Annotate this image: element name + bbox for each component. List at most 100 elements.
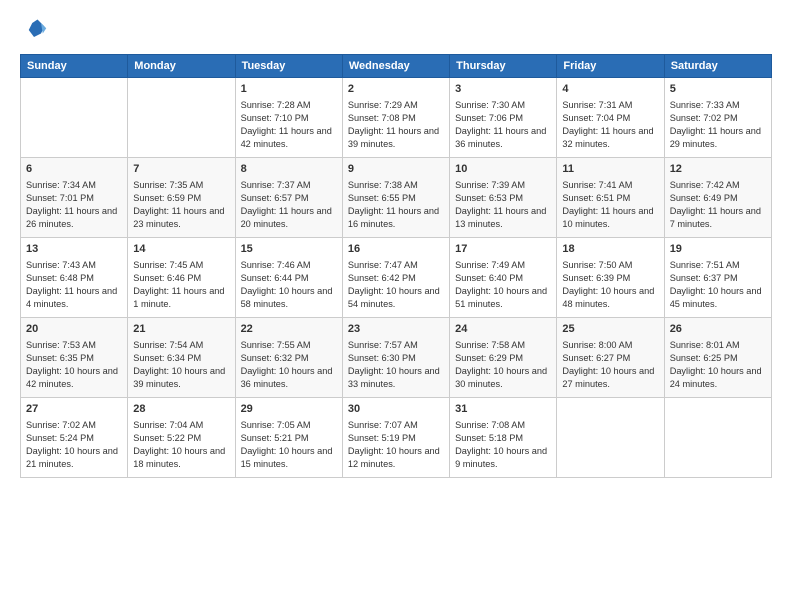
day-detail: Sunset: 7:02 PM xyxy=(670,112,766,125)
day-number: 20 xyxy=(26,322,122,337)
weekday-header-friday: Friday xyxy=(557,55,664,78)
calendar-cell xyxy=(21,78,128,158)
day-number: 13 xyxy=(26,242,122,257)
day-detail: Sunset: 6:37 PM xyxy=(670,272,766,285)
day-detail: Sunrise: 7:31 AM xyxy=(562,99,658,112)
day-detail: Daylight: 10 hours and 21 minutes. xyxy=(26,445,122,471)
day-detail: Sunrise: 7:30 AM xyxy=(455,99,551,112)
day-detail: Sunset: 6:57 PM xyxy=(241,192,337,205)
day-detail: Sunset: 6:27 PM xyxy=(562,352,658,365)
day-detail: Daylight: 10 hours and 45 minutes. xyxy=(670,285,766,311)
day-detail: Sunset: 6:39 PM xyxy=(562,272,658,285)
day-detail: Sunrise: 7:47 AM xyxy=(348,259,444,272)
logo-icon xyxy=(20,16,48,44)
calendar-cell: 26Sunrise: 8:01 AMSunset: 6:25 PMDayligh… xyxy=(664,318,771,398)
day-detail: Sunrise: 7:58 AM xyxy=(455,339,551,352)
calendar-cell: 22Sunrise: 7:55 AMSunset: 6:32 PMDayligh… xyxy=(235,318,342,398)
calendar-cell: 10Sunrise: 7:39 AMSunset: 6:53 PMDayligh… xyxy=(450,158,557,238)
day-number: 5 xyxy=(670,82,766,97)
calendar-cell: 27Sunrise: 7:02 AMSunset: 5:24 PMDayligh… xyxy=(21,398,128,478)
page: SundayMondayTuesdayWednesdayThursdayFrid… xyxy=(0,0,792,612)
day-detail: Sunrise: 7:46 AM xyxy=(241,259,337,272)
calendar-cell: 24 Sunrise: 7:58 AMSunset: 6:29 PMDayligh… xyxy=(450,318,557,398)
day-detail: Daylight: 10 hours and 24 minutes. xyxy=(670,365,766,391)
day-detail: Sunrise: 7:33 AM xyxy=(670,99,766,112)
calendar-cell: 8Sunrise: 7:37 AMSunset: 6:57 PMDaylight… xyxy=(235,158,342,238)
day-detail: Sunrise: 7:51 AM xyxy=(670,259,766,272)
day-detail: Sunset: 6:44 PM xyxy=(241,272,337,285)
day-detail: Sunrise: 7:29 AM xyxy=(348,99,444,112)
weekday-header-sunday: Sunday xyxy=(21,55,128,78)
day-detail: Sunrise: 7:43 AM xyxy=(26,259,122,272)
calendar-cell: 4Sunrise: 7:31 AMSunset: 7:04 PMDaylight… xyxy=(557,78,664,158)
day-detail: Daylight: 11 hours and 1 minute. xyxy=(133,285,229,311)
calendar-cell: 25Sunrise: 8:00 AMSunset: 6:27 PMDayligh… xyxy=(557,318,664,398)
day-detail: Daylight: 10 hours and 9 minutes. xyxy=(455,445,551,471)
calendar-cell: 1Sunrise: 7:28 AMSunset: 7:10 PMDaylight… xyxy=(235,78,342,158)
header xyxy=(20,16,772,44)
calendar-cell: 9Sunrise: 7:38 AMSunset: 6:55 PMDaylight… xyxy=(342,158,449,238)
day-detail: Daylight: 10 hours and 30 minutes. xyxy=(455,365,551,391)
day-detail: Sunrise: 7:54 AM xyxy=(133,339,229,352)
day-detail: Sunset: 5:19 PM xyxy=(348,432,444,445)
day-detail: Sunset: 6:49 PM xyxy=(670,192,766,205)
calendar-cell xyxy=(128,78,235,158)
calendar-cell: 23Sunrise: 7:57 AMSunset: 6:30 PMDayligh… xyxy=(342,318,449,398)
day-number: 30 xyxy=(348,402,444,417)
weekday-header-wednesday: Wednesday xyxy=(342,55,449,78)
calendar-cell: 19 Sunrise: 7:51 AMSunset: 6:37 PMDayligh… xyxy=(664,238,771,318)
day-detail: Daylight: 11 hours and 29 minutes. xyxy=(670,125,766,151)
day-detail: Sunrise: 7:45 AM xyxy=(133,259,229,272)
day-detail: Sunrise: 8:00 AM xyxy=(562,339,658,352)
calendar-cell: 21Sunrise: 7:54 AMSunset: 6:34 PMDayligh… xyxy=(128,318,235,398)
day-detail: Sunset: 6:29 PM xyxy=(455,352,551,365)
weekday-header-saturday: Saturday xyxy=(664,55,771,78)
day-detail: Daylight: 11 hours and 4 minutes. xyxy=(26,285,122,311)
day-detail: Sunrise: 7:04 AM xyxy=(133,419,229,432)
day-number: 8 xyxy=(241,162,337,177)
day-detail: Sunset: 6:34 PM xyxy=(133,352,229,365)
day-number: 24 xyxy=(455,322,551,337)
day-detail: Daylight: 10 hours and 51 minutes. xyxy=(455,285,551,311)
logo xyxy=(20,16,52,44)
day-detail: Sunrise: 7:38 AM xyxy=(348,179,444,192)
day-detail: Daylight: 11 hours and 42 minutes. xyxy=(241,125,337,151)
calendar-cell: 11Sunrise: 7:41 AMSunset: 6:51 PMDayligh… xyxy=(557,158,664,238)
calendar-cell: 30Sunrise: 7:07 AMSunset: 5:19 PMDayligh… xyxy=(342,398,449,478)
day-number: 4 xyxy=(562,82,658,97)
day-number: 19 xyxy=(670,242,766,257)
day-detail: Daylight: 11 hours and 13 minutes. xyxy=(455,205,551,231)
day-detail: Sunrise: 7:57 AM xyxy=(348,339,444,352)
day-detail: Sunset: 6:46 PM xyxy=(133,272,229,285)
day-detail: Sunset: 6:59 PM xyxy=(133,192,229,205)
day-detail: Sunrise: 8:01 AM xyxy=(670,339,766,352)
day-number: 27 xyxy=(26,402,122,417)
day-detail: Sunset: 6:35 PM xyxy=(26,352,122,365)
weekday-header-monday: Monday xyxy=(128,55,235,78)
day-number: 28 xyxy=(133,402,229,417)
calendar-cell xyxy=(557,398,664,478)
day-detail: Sunrise: 7:50 AM xyxy=(562,259,658,272)
day-detail: Sunrise: 7:07 AM xyxy=(348,419,444,432)
day-number: 3 xyxy=(455,82,551,97)
day-number: 14 xyxy=(133,242,229,257)
day-detail: Sunset: 6:25 PM xyxy=(670,352,766,365)
day-detail: Sunrise: 7:42 AM xyxy=(670,179,766,192)
day-detail: Sunset: 6:42 PM xyxy=(348,272,444,285)
day-detail: Daylight: 11 hours and 26 minutes. xyxy=(26,205,122,231)
day-number: 29 xyxy=(241,402,337,417)
day-detail: Sunset: 6:32 PM xyxy=(241,352,337,365)
calendar-cell xyxy=(664,398,771,478)
day-number: 9 xyxy=(348,162,444,177)
day-number: 10 xyxy=(455,162,551,177)
day-detail: Sunrise: 7:02 AM xyxy=(26,419,122,432)
calendar-cell: 18Sunrise: 7:50 AMSunset: 6:39 PMDayligh… xyxy=(557,238,664,318)
calendar-cell: 2Sunrise: 7:29 AMSunset: 7:08 PMDaylight… xyxy=(342,78,449,158)
calendar-table: SundayMondayTuesdayWednesdayThursdayFrid… xyxy=(20,54,772,478)
calendar-cell: 7Sunrise: 7:35 AMSunset: 6:59 PMDaylight… xyxy=(128,158,235,238)
calendar-cell: 29Sunrise: 7:05 AMSunset: 5:21 PMDayligh… xyxy=(235,398,342,478)
day-detail: Sunset: 6:53 PM xyxy=(455,192,551,205)
day-number: 25 xyxy=(562,322,658,337)
day-detail: Sunset: 5:22 PM xyxy=(133,432,229,445)
day-detail: Daylight: 11 hours and 20 minutes. xyxy=(241,205,337,231)
